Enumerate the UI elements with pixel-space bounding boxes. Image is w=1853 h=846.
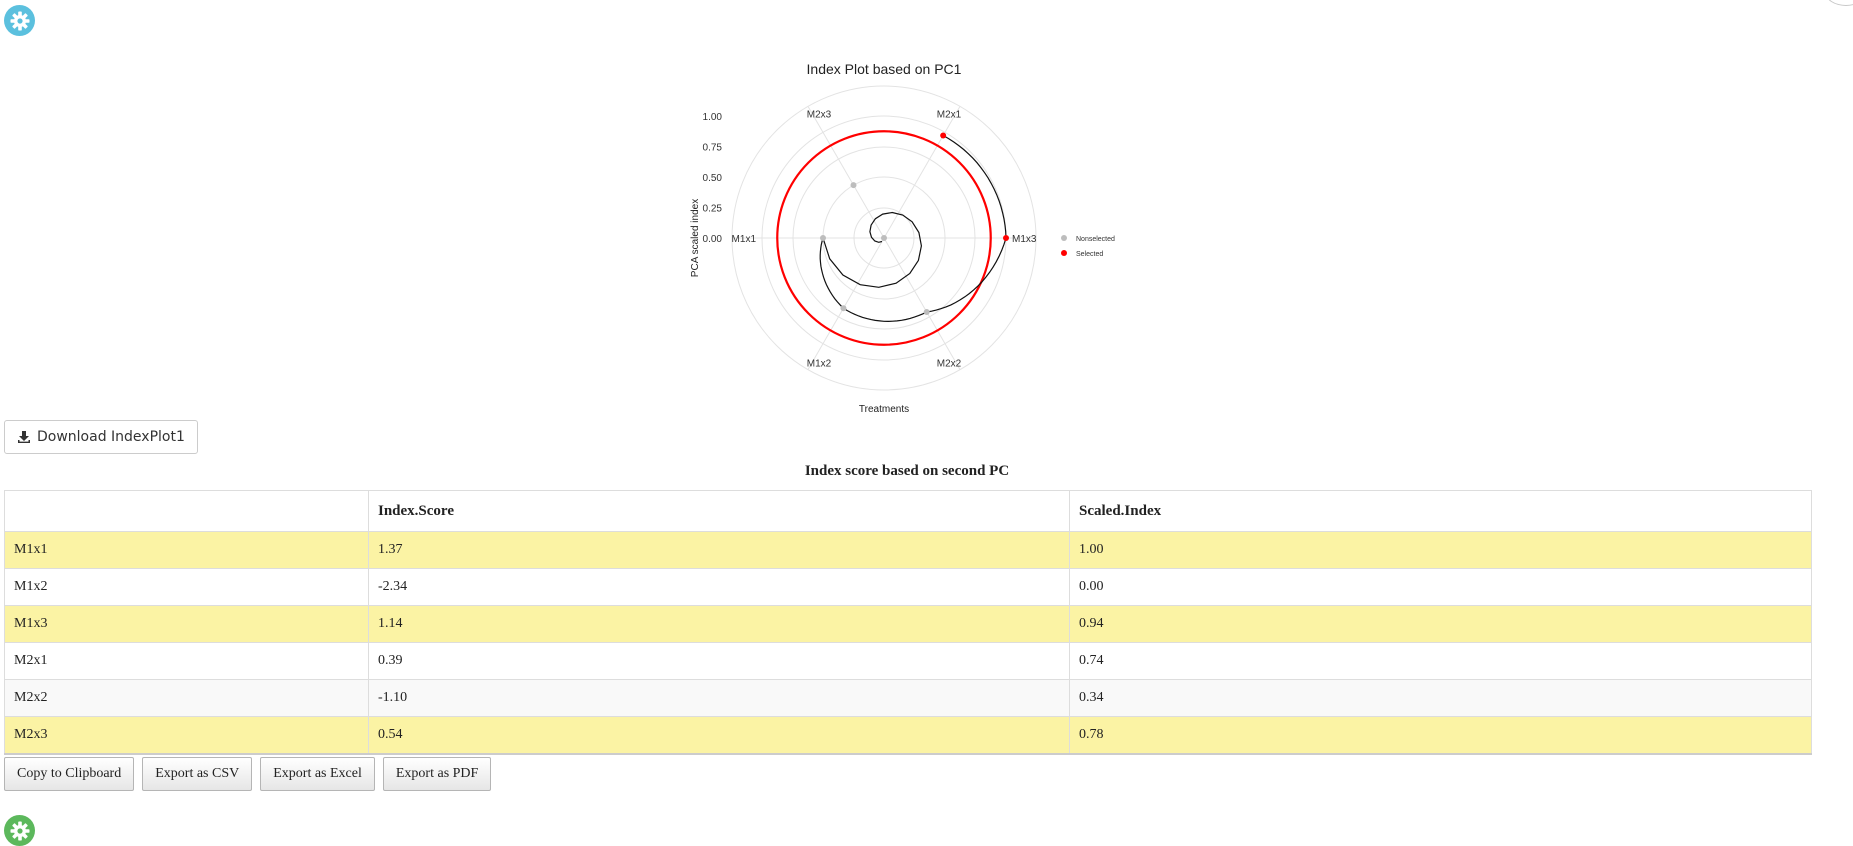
legend-label: Nonselected (1076, 236, 1115, 243)
cell-scaled-index: 1.00 (1069, 531, 1812, 569)
cell-scaled-index: 0.34 (1069, 679, 1812, 717)
y-axis-title: PCA scaled index (690, 199, 701, 277)
export-pdf-button[interactable]: Export as PDF (382, 757, 492, 791)
cell-index-score: -1.10 (368, 679, 1070, 717)
y-tick-label: 0.75 (703, 143, 723, 154)
export-csv-button[interactable]: Export as CSV (142, 757, 253, 791)
cell-index-score: -2.34 (368, 568, 1070, 606)
table-row[interactable]: M2x1 0.39 0.74 (4, 642, 1812, 680)
download-button-label: Download IndexPlot1 (37, 429, 185, 445)
chart-title: Index Plot based on PC1 (807, 61, 962, 77)
legend-swatch (1061, 250, 1067, 256)
cell-treatment: M1x3 (4, 605, 369, 643)
data-point (923, 308, 930, 315)
settings-gear-icon-bottom[interactable] (4, 815, 35, 846)
center-point (881, 235, 887, 241)
index-curve (819, 134, 1007, 323)
cell-treatment: M2x3 (4, 716, 369, 755)
export-toolbar: Copy to Clipboard Export as CSV Export a… (4, 757, 492, 791)
table-row[interactable]: M2x2 -1.10 0.34 (4, 679, 1812, 717)
cell-scaled-index: 0.94 (1069, 605, 1812, 643)
y-tick-label: 0.00 (703, 234, 723, 245)
column-header-index-score[interactable]: Index.Score (368, 490, 1070, 532)
category-label: M2x2 (937, 359, 962, 370)
data-point (840, 305, 847, 312)
cell-treatment: M1x2 (4, 568, 369, 606)
table-row[interactable]: M2x3 0.54 0.78 (4, 716, 1812, 755)
category-label: M2x3 (807, 109, 832, 120)
export-excel-button[interactable]: Export as Excel (260, 757, 375, 791)
data-point (850, 182, 857, 189)
legend-swatch (1061, 235, 1067, 241)
cell-scaled-index: 0.74 (1069, 642, 1812, 680)
index-radar-chart: Index Plot based on PC1 0.00 0.25 0.50 0.75… (690, 61, 1115, 415)
data-point (940, 132, 947, 139)
category-label: M1x2 (807, 359, 832, 370)
y-tick-label: 0.50 (703, 173, 723, 184)
download-indexplot-button[interactable]: Download IndexPlot1 (4, 420, 198, 454)
cell-scaled-index: 0.78 (1069, 716, 1812, 755)
category-label: M2x1 (937, 109, 962, 120)
cell-scaled-index: 0.00 (1069, 568, 1812, 606)
y-tick-label: 0.25 (703, 204, 723, 215)
cell-index-score: 1.14 (368, 605, 1070, 643)
table-row[interactable]: M1x3 1.14 0.94 (4, 605, 1812, 643)
index-score-table: Index.Score Scaled.Index M1x1 1.37 1.00 M1x… (4, 490, 1812, 755)
cell-index-score: 0.39 (368, 642, 1070, 680)
table-caption: Index score based on second PC (804, 463, 1010, 479)
cell-index-score: 0.54 (368, 716, 1070, 755)
category-label: M1x1 (732, 234, 757, 245)
legend: Nonselected Selected (1061, 235, 1115, 258)
y-tick-label: 1.00 (703, 112, 723, 123)
category-label: M1x3 (1012, 234, 1037, 245)
table-row[interactable]: M1x1 1.37 1.00 (4, 531, 1812, 569)
x-axis-title: Treatments (859, 404, 909, 415)
legend-label: Selected (1076, 251, 1103, 258)
column-header-rowname[interactable] (4, 490, 369, 532)
data-point (820, 235, 826, 241)
data-point (1003, 235, 1009, 241)
download-icon (18, 431, 30, 443)
copy-to-clipboard-button[interactable]: Copy to Clipboard (4, 757, 135, 791)
cell-treatment: M1x1 (4, 531, 369, 569)
y-axis-ticks: 0.00 0.25 0.50 0.75 1.00 (703, 112, 723, 245)
cell-treatment: M2x1 (4, 642, 369, 680)
table-row[interactable]: M1x2 -2.34 0.00 (4, 568, 1812, 606)
column-header-scaled-index[interactable]: Scaled.Index (1069, 490, 1812, 532)
cell-index-score: 1.37 (368, 531, 1070, 569)
cell-treatment: M2x2 (4, 679, 369, 717)
table-header-row: Index.Score Scaled.Index (4, 490, 1812, 532)
